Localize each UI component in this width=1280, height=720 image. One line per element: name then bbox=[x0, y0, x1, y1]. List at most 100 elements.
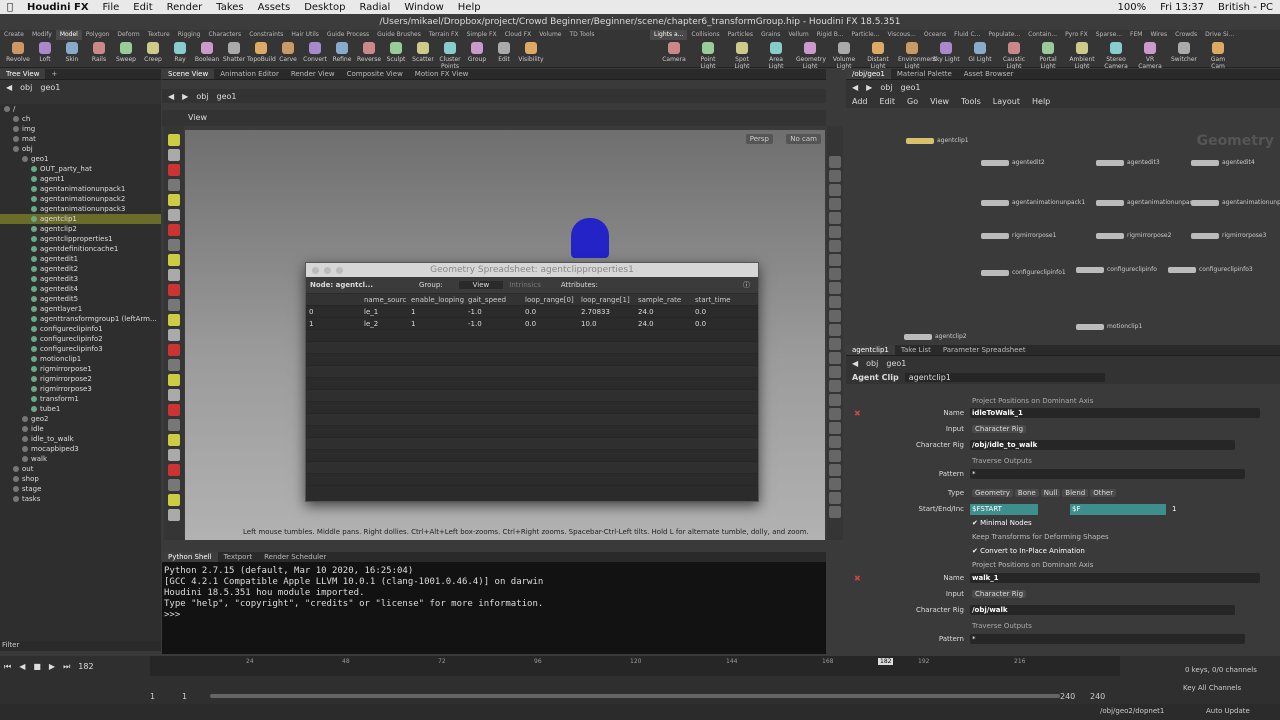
tree-item[interactable]: out bbox=[0, 464, 161, 474]
start-frame-field[interactable]: 1 bbox=[150, 692, 155, 701]
clip2-traverse-toggle[interactable]: Traverse Outputs bbox=[972, 622, 1032, 630]
viewport-tool-icon[interactable] bbox=[168, 359, 180, 371]
clip1-rig-field[interactable]: /obj/idle_to_walk bbox=[972, 441, 1037, 449]
viewport-tool-icon[interactable] bbox=[168, 209, 180, 221]
tree-item[interactable]: rigmirrorpose3 bbox=[0, 384, 161, 394]
scene-path-node[interactable]: geo1 bbox=[217, 92, 237, 101]
network-node[interactable]: rigmirrorpose2 bbox=[1096, 232, 1171, 239]
viewport-tool-icon[interactable] bbox=[168, 314, 180, 326]
tab-take-list[interactable]: Take List bbox=[895, 345, 937, 355]
menu-help[interactable]: Help bbox=[458, 2, 481, 13]
spreadsheet-table[interactable]: name_sourc enable_looping gait_speed loop_r… bbox=[306, 294, 758, 486]
clip1-minimal-toggle[interactable]: ✔ Minimal Nodes bbox=[972, 519, 1032, 527]
shelf-tab-wires[interactable]: Wires bbox=[1146, 30, 1171, 40]
close-icon[interactable] bbox=[312, 267, 319, 274]
tree-item[interactable]: obj bbox=[0, 144, 161, 154]
add-tab-icon[interactable]: + bbox=[45, 69, 63, 79]
tree-path-node[interactable]: geo1 bbox=[40, 83, 60, 92]
viewport-tool-icon[interactable] bbox=[168, 179, 180, 191]
network-node[interactable]: agentclip1 bbox=[906, 137, 969, 144]
tree-item[interactable]: agent1 bbox=[0, 174, 161, 184]
viewport-tool-icon[interactable] bbox=[168, 149, 180, 161]
net-path-node[interactable]: geo1 bbox=[901, 83, 921, 92]
back-icon[interactable]: ◀ bbox=[852, 359, 858, 368]
display-option-icon[interactable] bbox=[829, 324, 841, 336]
type-bone-button[interactable]: Bone bbox=[1014, 489, 1039, 497]
tool-reverse[interactable]: Reverse bbox=[355, 42, 383, 63]
parm-path-node[interactable]: geo1 bbox=[886, 359, 906, 368]
tab-animation-editor[interactable]: Animation Editor bbox=[214, 69, 285, 79]
tree-item[interactable]: agentdefinitioncache1 bbox=[0, 244, 161, 254]
viewport-tool-icon[interactable] bbox=[168, 284, 180, 296]
clip2-name-field[interactable]: walk_1 bbox=[972, 574, 999, 582]
tool-ray[interactable]: Ray bbox=[166, 42, 194, 63]
shelf-tab-grains[interactable]: Grains bbox=[757, 30, 784, 40]
tool-gam-cam[interactable]: Gam Cam bbox=[1204, 42, 1232, 70]
tree-item[interactable]: agentclipproperties1 bbox=[0, 234, 161, 244]
tool-boolean[interactable]: Boolean bbox=[193, 42, 221, 63]
column-header[interactable]: sample_rate bbox=[638, 294, 681, 306]
display-option-icon[interactable] bbox=[829, 198, 841, 210]
menu-radial[interactable]: Radial bbox=[359, 2, 390, 13]
viewport-tool-icon[interactable] bbox=[168, 299, 180, 311]
network-menu-layout[interactable]: Layout bbox=[993, 97, 1020, 106]
column-header[interactable]: start_time bbox=[695, 294, 731, 306]
viewport-tool-icon[interactable] bbox=[168, 269, 180, 281]
menu-file[interactable]: File bbox=[103, 2, 120, 13]
viewport-tool-icon[interactable] bbox=[168, 434, 180, 446]
viewport-tool-icon[interactable] bbox=[168, 374, 180, 386]
stop-icon[interactable]: ■ bbox=[33, 662, 41, 672]
tree-item[interactable]: agentedit5 bbox=[0, 294, 161, 304]
network-node[interactable]: agentclip2 bbox=[904, 333, 967, 340]
network-node[interactable]: configureclipinfo1 bbox=[981, 269, 1066, 276]
display-option-icon[interactable] bbox=[829, 226, 841, 238]
viewport-tool-icon[interactable] bbox=[168, 224, 180, 236]
shelf-tab-rigging[interactable]: Rigging bbox=[174, 30, 205, 40]
tool-volume-light[interactable]: Volume Light bbox=[830, 42, 858, 70]
tab-motion-fx-view[interactable]: Motion FX View bbox=[409, 69, 475, 79]
tree-item[interactable]: agentlayer1 bbox=[0, 304, 161, 314]
display-option-icon[interactable] bbox=[829, 184, 841, 196]
shelf-tab-particles[interactable]: Particles bbox=[724, 30, 757, 40]
network-menu-help[interactable]: Help bbox=[1032, 97, 1050, 106]
clip1-start-field[interactable]: $FSTART bbox=[972, 505, 1002, 513]
column-header[interactable]: name_sourc bbox=[364, 294, 406, 306]
clip1-inc-field[interactable]: 1 bbox=[1172, 505, 1176, 513]
tool-environment-light[interactable]: Environment Light bbox=[898, 42, 936, 70]
type-other-button[interactable]: Other bbox=[1090, 489, 1117, 497]
shelf-tab-rigid-b[interactable]: Rigid B... bbox=[813, 30, 848, 40]
project-toggle-top[interactable]: Project Positions on Dominant Axis bbox=[972, 397, 1093, 405]
viewport-tool-icon[interactable] bbox=[168, 509, 180, 521]
shelf-tab-oceans[interactable]: Oceans bbox=[920, 30, 950, 40]
network-node[interactable]: agentanimationunpack1 bbox=[981, 199, 1085, 206]
viewport-tool-icon[interactable] bbox=[168, 329, 180, 341]
tool-loft[interactable]: Loft bbox=[31, 42, 59, 63]
tab-agentclip1[interactable]: agentclip1 bbox=[846, 345, 895, 355]
clip2-pattern-field[interactable]: * bbox=[972, 635, 976, 643]
display-option-icon[interactable] bbox=[829, 240, 841, 252]
shelf-tab-fem[interactable]: FEM bbox=[1126, 30, 1146, 40]
network-node[interactable]: configureclipinfo3 bbox=[1168, 266, 1253, 273]
network-node[interactable]: agentedit3 bbox=[1096, 159, 1160, 166]
back-icon[interactable]: ◀ bbox=[852, 83, 858, 92]
tree-item[interactable]: idle bbox=[0, 424, 161, 434]
tool-caustic-light[interactable]: Caustic Light bbox=[1000, 42, 1028, 70]
apple-icon[interactable]:  bbox=[7, 2, 13, 13]
tree-item[interactable]: rigmirrorpose2 bbox=[0, 374, 161, 384]
tool-skin[interactable]: Skin bbox=[58, 42, 86, 63]
tool-visibility[interactable]: Visibility bbox=[517, 42, 545, 63]
app-menu[interactable]: Houdini FX bbox=[27, 2, 89, 13]
display-option-icon[interactable] bbox=[829, 170, 841, 182]
shelf-tab-guide-process[interactable]: Guide Process bbox=[323, 30, 373, 40]
shelf-tab-cloud-fx[interactable]: Cloud FX bbox=[501, 30, 536, 40]
tree-item[interactable]: / bbox=[0, 104, 161, 114]
tab-tree-view[interactable]: Tree View bbox=[0, 69, 46, 79]
shelf-tab-terrain-fx[interactable]: Terrain FX bbox=[425, 30, 463, 40]
tab-textport[interactable]: Textport bbox=[218, 552, 259, 562]
network-menu-view[interactable]: View bbox=[930, 97, 949, 106]
viewport-tool-icon[interactable] bbox=[168, 449, 180, 461]
tree-item[interactable]: agentanimationunpack1 bbox=[0, 184, 161, 194]
tool-carve[interactable]: Carve bbox=[274, 42, 302, 63]
clip1-name-field[interactable]: idleToWalk_1 bbox=[972, 409, 1023, 417]
tool-edit[interactable]: Edit bbox=[490, 42, 518, 63]
